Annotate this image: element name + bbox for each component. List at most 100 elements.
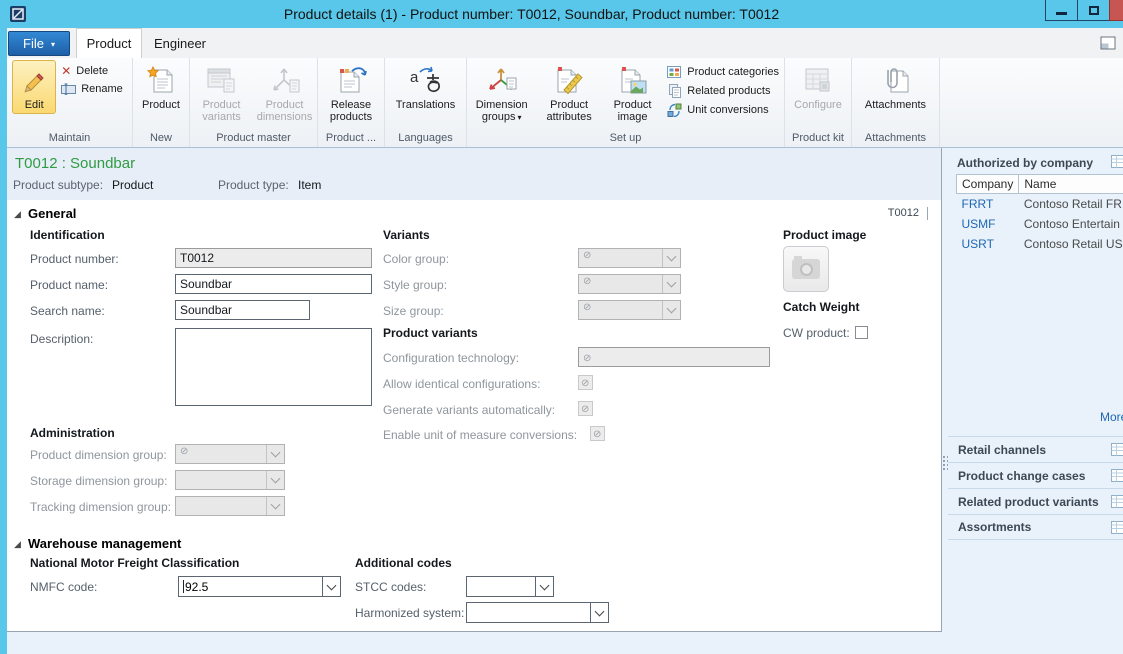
product-dimensions-button[interactable]: Product dimensions: [253, 60, 316, 126]
stcc-codes-combo[interactable]: [466, 576, 554, 597]
product-image-placeholder[interactable]: [783, 246, 829, 292]
product-variants-button[interactable]: Product variants: [191, 60, 252, 126]
configuration-technology-label: Configuration technology:: [383, 351, 519, 365]
authorized-by-company-header[interactable]: Authorized by company: [957, 156, 1093, 170]
translations-icon: a: [408, 63, 444, 99]
layout-panel-icon[interactable]: [1100, 35, 1117, 51]
factbox-grid-icon: [1111, 494, 1123, 508]
warehouse-collapse-icon[interactable]: ◢: [14, 539, 21, 550]
search-name-field[interactable]: Soundbar: [175, 300, 310, 320]
related-products-label: Related products: [687, 85, 770, 97]
product-number-label: Product number:: [30, 252, 119, 266]
combo-chevron-icon: [662, 275, 680, 293]
record-id: T0012: [843, 207, 919, 219]
delete-button[interactable]: ✕ Delete: [57, 64, 127, 78]
new-product-button[interactable]: Product: [134, 60, 188, 114]
close-button[interactable]: [1109, 0, 1123, 21]
cw-product-checkbox[interactable]: [855, 326, 868, 339]
section-general[interactable]: General: [28, 206, 76, 221]
group-label-attachments: Attachments: [853, 131, 938, 147]
group-label-maintain: Maintain: [8, 131, 131, 147]
related-products-button[interactable]: Related products: [663, 83, 783, 99]
column-header-company[interactable]: Company: [957, 175, 1019, 194]
product-categories-icon: [667, 65, 682, 79]
ribbon-tab-bar: File ▾ Product Engineer: [7, 28, 1123, 58]
nmfc-code-value: 92.5: [185, 580, 208, 594]
column-header-name[interactable]: Name: [1019, 175, 1123, 194]
allow-identical-checkbox[interactable]: ⊘: [578, 375, 593, 390]
product-attributes-button[interactable]: Product attributes: [536, 60, 601, 126]
factbox-grid-icon: [1111, 442, 1123, 456]
enable-uom-checkbox[interactable]: ⊘: [590, 426, 605, 441]
dimension-groups-button[interactable]: Dimension groups▾: [468, 60, 535, 127]
company-link[interactable]: USMF: [957, 214, 1019, 234]
form-bottom-strip: [7, 632, 941, 654]
edit-button[interactable]: Edit: [12, 60, 56, 114]
product-image-icon: [618, 63, 648, 99]
unit-conversions-button[interactable]: Unit conversions: [663, 102, 783, 118]
tab-engineer[interactable]: Engineer: [142, 28, 218, 58]
product-name-field[interactable]: Soundbar: [175, 274, 372, 294]
product-categories-button[interactable]: Product categories: [663, 64, 783, 80]
group-label-languages: Languages: [386, 131, 465, 147]
more-link[interactable]: More: [1100, 410, 1123, 424]
factbox-item-related-product-variants[interactable]: Related product variants: [948, 488, 1123, 514]
minimize-button[interactable]: [1045, 0, 1078, 21]
dimension-groups-icon: [486, 63, 518, 99]
rename-button[interactable]: Rename: [57, 82, 127, 96]
product-categories-label: Product categories: [687, 66, 779, 78]
search-name-label: Search name:: [30, 304, 105, 318]
storage-dimension-group-combo[interactable]: [175, 470, 285, 490]
attachments-button[interactable]: Attachments: [854, 60, 938, 114]
company-link[interactable]: FRRT: [957, 194, 1019, 215]
chevron-down-icon: ▾: [51, 40, 55, 49]
attachments-label: Attachments: [865, 99, 926, 111]
rename-icon: [61, 83, 76, 95]
factbox-item-label: Retail channels: [958, 443, 1046, 457]
cw-product-label: CW product:: [783, 326, 850, 340]
dimension-groups-label: Dimension groups▾: [470, 99, 533, 124]
product-dimension-group-combo[interactable]: ⊘: [175, 444, 285, 464]
combo-chevron-icon: [322, 577, 340, 596]
section-warehouse[interactable]: Warehouse management: [28, 536, 181, 551]
product-number-field[interactable]: T0012: [175, 248, 372, 268]
storage-dimension-group-label: Storage dimension group:: [30, 474, 167, 488]
product-image-label: Product image: [605, 99, 660, 123]
translations-button[interactable]: a Translations: [386, 60, 465, 114]
record-header: T0012 : Soundbar Product subtype: Produc…: [7, 148, 941, 200]
description-input[interactable]: [175, 328, 372, 406]
ribbon-group-product-kit: Configure Product kit: [785, 58, 852, 147]
file-menu-button[interactable]: File ▾: [8, 31, 70, 56]
product-image-header: Product image: [783, 228, 866, 242]
release-products-button[interactable]: Release products: [319, 60, 383, 126]
product-attributes-label: Product attributes: [538, 99, 599, 123]
company-name: Contoso Retail US: [1019, 234, 1123, 254]
combo-chevron-icon: [266, 445, 284, 463]
configure-button[interactable]: Configure: [786, 60, 850, 114]
size-group-combo[interactable]: ⊘: [578, 300, 681, 320]
release-products-icon: [335, 63, 367, 99]
product-image-button[interactable]: Product image: [603, 60, 662, 126]
harmonized-system-combo[interactable]: [466, 602, 609, 623]
factbox-item-retail-channels[interactable]: Retail channels: [948, 436, 1123, 462]
company-link[interactable]: USRT: [957, 234, 1019, 254]
tracking-dimension-group-combo[interactable]: [175, 496, 285, 516]
record-title: T0012 : Soundbar: [15, 155, 135, 172]
product-subtype-value: Product: [112, 178, 153, 192]
factbox-grid-icon[interactable]: [1111, 154, 1123, 168]
table-row: USMF Contoso Entertain: [957, 214, 1123, 234]
configuration-technology-field[interactable]: ⊘: [578, 347, 770, 367]
factbox-item-assortments[interactable]: Assortments: [948, 514, 1123, 540]
tab-product[interactable]: Product: [76, 28, 142, 58]
combo-chevron-icon: [266, 497, 284, 515]
maximize-button[interactable]: [1077, 0, 1110, 21]
style-group-label: Style group:: [383, 278, 447, 292]
color-group-combo[interactable]: ⊘: [578, 248, 681, 268]
factbox-splitter[interactable]: [941, 148, 948, 632]
factbox-item-product-change-cases[interactable]: Product change cases: [948, 462, 1123, 488]
generate-variants-checkbox[interactable]: ⊘: [578, 401, 593, 416]
general-collapse-icon[interactable]: ◢: [14, 209, 21, 220]
unit-conversions-label: Unit conversions: [687, 104, 768, 116]
style-group-combo[interactable]: ⊘: [578, 274, 681, 294]
nmfc-code-combo[interactable]: 92.5: [178, 576, 341, 597]
